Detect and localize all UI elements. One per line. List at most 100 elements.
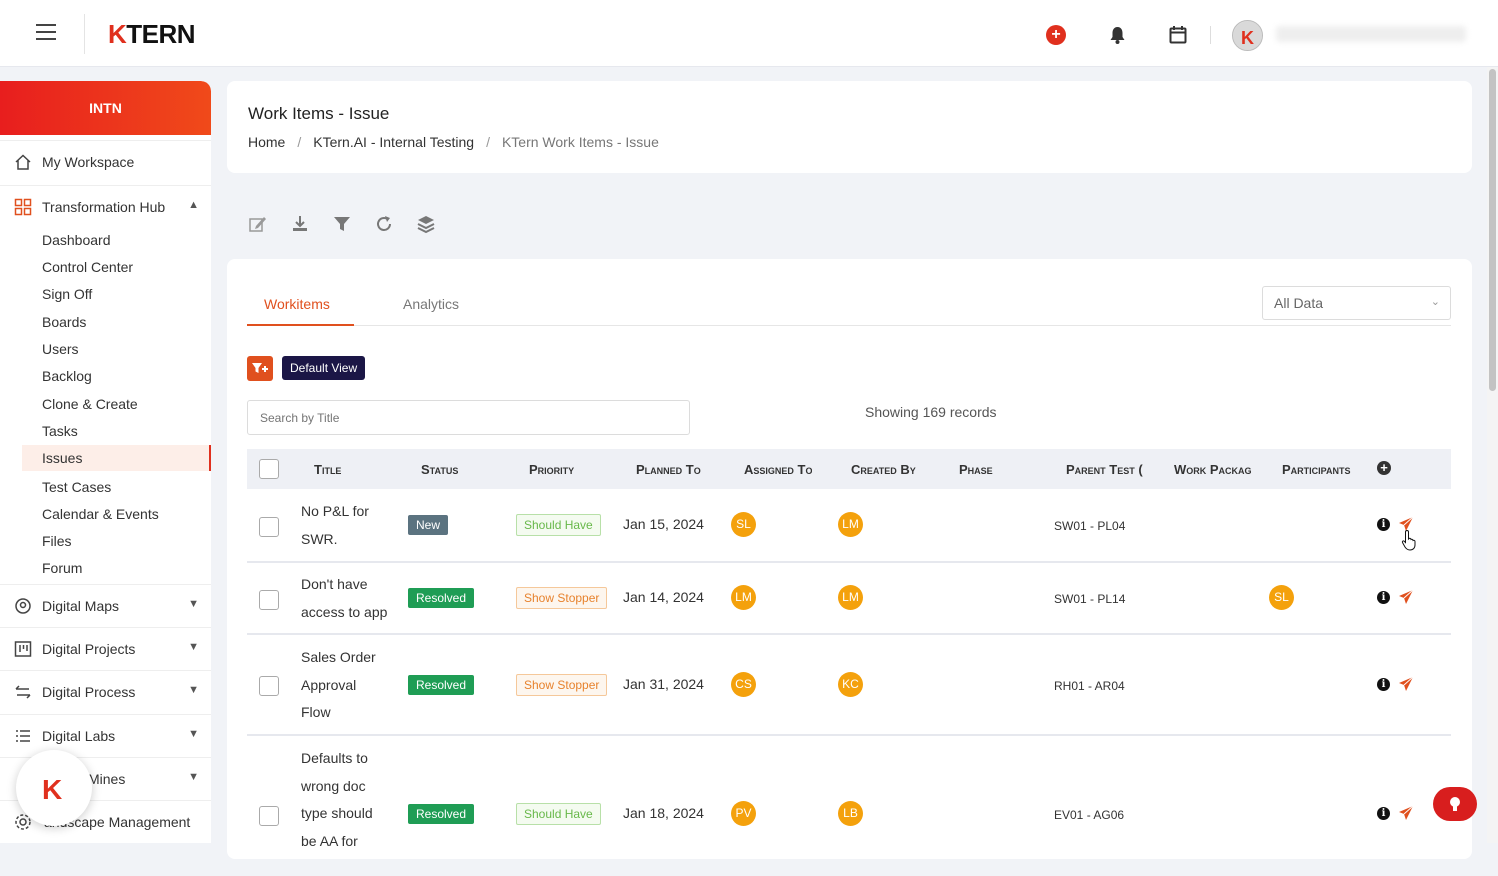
column-status[interactable]: Status [421, 462, 458, 477]
data-scope-select[interactable]: All Data ⌄ [1262, 286, 1451, 320]
creator-avatar[interactable]: KC [838, 672, 863, 697]
assignee-avatar[interactable]: CS [731, 672, 756, 697]
nav-transformation-hub[interactable]: Transformation Hub ▲ [0, 185, 211, 227]
parent-test[interactable]: SW01 - PL04 [1054, 519, 1125, 533]
column-planned-to[interactable]: Planned To [636, 462, 701, 477]
table-row[interactable]: Defaults to wrong doc type should be AA … [247, 736, 1451, 876]
chevron-up-icon[interactable]: ▲ [188, 199, 199, 211]
column-title[interactable]: Title [314, 462, 341, 477]
filter-icon[interactable] [332, 214, 352, 234]
nav-digital-projects[interactable]: Digital Projects ▼ [0, 627, 211, 669]
assignee-avatar[interactable]: SL [731, 512, 756, 537]
breadcrumb-current: KTern Work Items - Issue [501, 134, 659, 150]
svg-text:K: K [1241, 28, 1254, 48]
user-name-blurred[interactable] [1276, 26, 1466, 42]
sidebar-item-test-cases[interactable]: Test Cases [42, 479, 111, 495]
info-icon[interactable]: i [1377, 678, 1390, 691]
send-icon[interactable] [1398, 805, 1414, 821]
calendar-icon[interactable] [1169, 25, 1187, 44]
add-circle-icon[interactable]: + [1046, 25, 1066, 45]
column-work-package[interactable]: Work Packag [1174, 462, 1260, 477]
row-title[interactable]: Don't have access to app [301, 571, 401, 626]
sidebar-item-backlog[interactable]: Backlog [42, 368, 92, 384]
user-avatar[interactable]: K [1232, 20, 1263, 51]
sidebar-item-tasks[interactable]: Tasks [42, 423, 78, 439]
sidebar-item-forum[interactable]: Forum [42, 560, 82, 576]
assignee-avatar[interactable]: LM [731, 585, 756, 610]
select-all-checkbox[interactable] [259, 459, 279, 479]
row-checkbox[interactable] [259, 676, 279, 696]
chevron-down-icon[interactable]: ▼ [188, 598, 199, 610]
column-phase[interactable]: Phase [959, 462, 993, 477]
menu-icon[interactable] [36, 24, 56, 42]
sidebar-item-boards[interactable]: Boards [42, 314, 86, 330]
sidebar-item-sign-off[interactable]: Sign Off [42, 286, 92, 302]
participant-avatar[interactable]: SL [1269, 585, 1294, 610]
info-icon[interactable]: i [1377, 807, 1390, 820]
column-participants[interactable]: Participants [1282, 462, 1351, 477]
ktern-assistant-button[interactable]: K [16, 750, 92, 826]
nav-digital-process[interactable]: Digital Process ▼ [0, 670, 211, 712]
refresh-icon[interactable] [374, 214, 394, 234]
breadcrumb-project[interactable]: KTern.AI - Internal Testing [313, 134, 474, 150]
parent-test[interactable]: SW01 - PL14 [1054, 592, 1125, 606]
title-line: access to app [301, 603, 388, 620]
sidebar-item-users[interactable]: Users [42, 341, 79, 357]
layers-icon[interactable] [416, 214, 436, 234]
sidebar-item-issues[interactable]: Issues [22, 445, 211, 471]
row-title[interactable]: Sales Order Approval Flow [301, 644, 391, 727]
title-line: Don't have [301, 576, 368, 592]
nav-digital-maps[interactable]: Digital Maps ▼ [0, 584, 211, 626]
table-row[interactable]: Don't have access to app Resolved Show S… [247, 563, 1451, 635]
row-checkbox[interactable] [259, 806, 279, 826]
bell-icon[interactable] [1109, 26, 1126, 44]
table-row[interactable]: No P&L for SWR. New Should Have Jan 15, … [247, 489, 1451, 563]
assignee-avatar[interactable]: PV [731, 801, 756, 826]
sidebar-item-calendar-events[interactable]: Calendar & Events [42, 506, 159, 522]
edit-icon[interactable] [248, 214, 268, 234]
column-assigned-to[interactable]: Assigned To [744, 462, 812, 477]
column-created-by[interactable]: Created By [851, 462, 916, 477]
ktern-logo[interactable]: KTERN [108, 19, 196, 50]
chevron-down-icon[interactable]: ▼ [188, 728, 199, 740]
add-filter-button[interactable] [247, 356, 273, 381]
tab-analytics[interactable]: Analytics [403, 296, 459, 312]
breadcrumb-home[interactable]: Home [248, 134, 285, 150]
chevron-down-icon[interactable]: ▼ [188, 771, 199, 783]
sidebar-item-clone-create[interactable]: Clone & Create [42, 396, 138, 412]
chevron-down-icon[interactable]: ▼ [188, 684, 199, 696]
column-priority[interactable]: Priority [529, 462, 574, 477]
creator-avatar[interactable]: LB [838, 801, 863, 826]
sidebar-item-files[interactable]: Files [42, 533, 72, 549]
default-view-button[interactable]: Default View [282, 356, 366, 380]
org-banner[interactable]: INTN [0, 81, 211, 135]
info-icon[interactable]: i [1377, 591, 1390, 604]
table-row[interactable]: Sales Order Approval Flow Resolved Show … [247, 635, 1451, 736]
nav-my-workspace[interactable]: My Workspace [0, 140, 211, 182]
row-checkbox[interactable] [259, 517, 279, 537]
creator-avatar[interactable]: LM [838, 512, 863, 537]
top-bar: KTERN + K [0, 0, 1498, 67]
row-title[interactable]: No P&L for SWR. [301, 498, 391, 553]
help-bulb-button[interactable] [1433, 787, 1477, 821]
search-input[interactable] [247, 400, 690, 435]
nav-label: My Workspace [42, 153, 135, 170]
creator-avatar[interactable]: LM [838, 585, 863, 610]
tab-workitems[interactable]: Workitems [247, 296, 354, 326]
priority-badge: Show Stopper [516, 587, 608, 609]
page-scrollbar[interactable] [1487, 67, 1498, 843]
sidebar-item-control-center[interactable]: Control Center [42, 259, 133, 275]
row-title[interactable]: Defaults to wrong doc type should be AA … [301, 745, 391, 855]
scrollbar-thumb[interactable] [1489, 69, 1496, 391]
parent-test[interactable]: EV01 - AG06 [1054, 808, 1124, 822]
download-icon[interactable] [290, 214, 310, 234]
parent-test[interactable]: RH01 - AR04 [1054, 679, 1125, 693]
add-column-icon[interactable]: + [1377, 461, 1391, 475]
send-icon[interactable] [1398, 589, 1414, 605]
row-checkbox[interactable] [259, 590, 279, 610]
chevron-down-icon[interactable]: ▼ [188, 641, 199, 653]
column-parent-test[interactable]: Parent Test ( [1066, 462, 1152, 477]
sidebar-item-dashboard[interactable]: Dashboard [42, 232, 111, 248]
info-icon[interactable]: i [1377, 518, 1390, 531]
send-icon[interactable] [1398, 676, 1414, 692]
